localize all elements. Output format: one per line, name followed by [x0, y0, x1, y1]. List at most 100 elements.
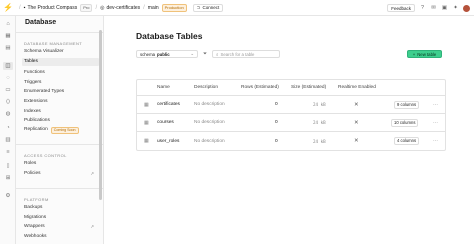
home-icon[interactable]: ⌂ [3, 20, 13, 28]
more-options-icon[interactable]: ⋯ [433, 96, 438, 113]
section-database-management: DATABASE MANAGEMENT [24, 41, 83, 46]
inbox-icon[interactable]: ✉ [430, 5, 437, 12]
project-icon: ◎ [100, 4, 105, 11]
external-link-icon: ↗ [90, 171, 94, 176]
sidebar-item-roles[interactable]: Roles [22, 160, 99, 168]
table-row[interactable]: ▦ user_roles No description 0 24 kB ✕ 4 … [137, 132, 445, 150]
divider [16, 32, 103, 33]
row-count: 0 [275, 138, 278, 144]
table-icon: ▦ [144, 119, 149, 126]
realtime-icon[interactable]: ◍ [3, 110, 13, 118]
assistant-icon[interactable]: ✦ [452, 5, 459, 12]
breadcrumb-separator: / [19, 4, 21, 11]
sidebar-item-schema-visualizer[interactable]: Schema Visualizer [22, 48, 99, 56]
divider [16, 188, 103, 189]
plus-icon: + [412, 51, 416, 57]
search-input[interactable]: ⌕ Search for a table [212, 50, 280, 58]
columns-button[interactable]: 10 columns [391, 118, 419, 127]
page-title: Database Tables [136, 31, 203, 41]
row-size: 24 kB [313, 120, 326, 125]
sidebar-item-label: Replication [24, 127, 48, 132]
sidebar-item-functions[interactable]: Functions [22, 69, 99, 77]
sidebar-item-publications[interactable]: Publications [22, 117, 99, 125]
sidebar-item-migrations[interactable]: Migrations [22, 214, 99, 222]
org-icon: ▪ [23, 4, 26, 11]
plug-icon: ⊃ [196, 4, 201, 10]
supabase-logo-icon[interactable]: ⚡ [0, 0, 16, 16]
help-icon[interactable]: ? [419, 5, 426, 12]
org-switcher[interactable]: ▪ The Product Compass Pro [23, 3, 93, 12]
header-name: Name [157, 85, 170, 90]
columns-button[interactable]: 4 columns [394, 137, 420, 145]
tables-table: Name Description Rows (Estimated) Size (… [136, 79, 446, 151]
sidebar-item-enumerated-types[interactable]: Enumerated Types [22, 88, 99, 96]
sidebar-item-label: Policies [24, 171, 41, 176]
sidebar-item-webhooks[interactable]: Webhooks [22, 233, 99, 241]
schema-selector[interactable]: schema public ⌄ [136, 50, 198, 58]
divider [16, 144, 103, 145]
row-size: 24 kB [313, 138, 326, 144]
sidebar-item-backups[interactable]: Backups [22, 204, 99, 212]
realtime-disabled-icon: ✕ [354, 119, 359, 126]
project-switcher[interactable]: ◎ dev-certificates [100, 5, 140, 11]
storage-icon[interactable]: ▭ [3, 86, 13, 94]
branch-name: main [147, 4, 159, 11]
avatar[interactable] [463, 4, 470, 12]
header-description: Description [194, 85, 218, 90]
reports-icon[interactable]: ▥ [3, 136, 13, 144]
database-icon[interactable]: ◫ [3, 62, 13, 70]
sql-editor-icon[interactable]: ▤ [3, 44, 13, 52]
logs-icon[interactable]: ≡ [3, 148, 13, 156]
sidebar-item-tables[interactable]: Tables [22, 58, 99, 66]
org-name: The Product Compass [27, 4, 78, 11]
more-options-icon[interactable]: ⋯ [433, 132, 438, 150]
realtime-disabled-icon: ✕ [354, 138, 359, 144]
table-header: Name Description Rows (Estimated) Size (… [137, 80, 445, 96]
sidebar-item-indexes[interactable]: Indexes [22, 108, 99, 116]
new-table-button[interactable]: + New table [407, 50, 442, 58]
table-editor-icon[interactable]: ▦ [3, 32, 13, 40]
header-rows: Rows (Estimated) [241, 85, 279, 90]
section-access-control: ACCESS CONTROL [24, 153, 67, 158]
environment-badge: Production [161, 3, 187, 12]
chevron-down-icon: ⌄ [190, 51, 194, 56]
header-size: Size (Estimated) [291, 85, 327, 90]
breadcrumb-separator: / [143, 4, 145, 11]
search-icon: ⌕ [216, 51, 219, 57]
row-name: certificates [157, 102, 180, 107]
sidebar-item-policies[interactable]: Policies ↗ [22, 170, 99, 178]
sidebar-item-label: Wrappers [24, 224, 45, 229]
main-content: Database Tables schema public ⌄ ⏷ ⌕ Sear… [104, 16, 474, 244]
row-count: 0 [275, 102, 278, 107]
columns-button[interactable]: 9 columns [394, 100, 420, 109]
breadcrumb-separator: / [95, 4, 98, 11]
row-name: courses [157, 120, 174, 125]
branch-switcher[interactable]: main Production [147, 3, 187, 12]
sidebar-scrollbar[interactable] [99, 30, 102, 200]
integrations-icon[interactable]: ⊞ [3, 174, 13, 182]
sidebar-item-extensions[interactable]: Extensions [22, 98, 99, 106]
advisors-icon[interactable]: ◔ [3, 124, 13, 132]
edge-functions-icon[interactable]: ⟨⟩ [3, 98, 13, 106]
row-name: user_roles [157, 138, 180, 144]
notifications-icon[interactable]: ▣ [441, 5, 448, 12]
api-docs-icon[interactable]: ▯ [3, 162, 13, 170]
table-row[interactable]: ▦ courses No description 0 24 kB ✕ 10 co… [137, 114, 445, 132]
sidebar-item-wrappers[interactable]: Wrappers ↗ [22, 223, 99, 231]
more-options-icon[interactable]: ⋯ [433, 114, 438, 131]
feedback-button[interactable]: Feedback [387, 4, 415, 12]
row-description: No description [194, 102, 225, 107]
sidebar-item-replication[interactable]: Replication Coming Soon [22, 126, 99, 134]
external-link-icon: ↗ [90, 224, 94, 229]
search-placeholder: Search for a table [220, 51, 255, 57]
settings-icon[interactable]: ⚙ [3, 192, 13, 200]
connect-button[interactable]: ⊃ Connect [192, 3, 224, 12]
filter-icon[interactable]: ⏷ [201, 50, 209, 58]
table-icon: ▦ [144, 138, 149, 144]
sidebar-item-triggers[interactable]: Triggers [22, 79, 99, 87]
row-description: No description [194, 120, 225, 125]
table-row[interactable]: ▦ certificates No description 0 24 kB ✕ … [137, 96, 445, 114]
table-icon: ▦ [144, 101, 149, 108]
header-realtime: Realtime Enabled [338, 85, 376, 90]
auth-icon[interactable]: ◌ [3, 74, 13, 82]
